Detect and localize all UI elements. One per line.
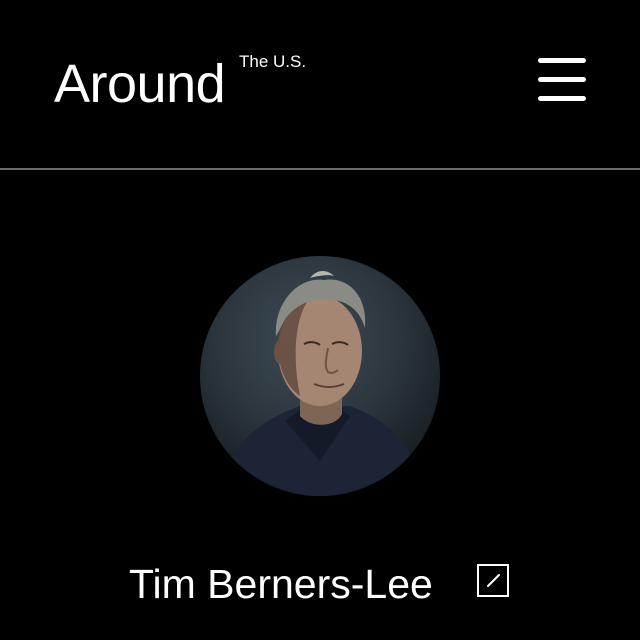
header-divider — [0, 168, 640, 170]
site-header: Around The U.S. — [0, 0, 640, 169]
brand-subtitle: The U.S. — [239, 52, 307, 71]
profile-name-row: Tim Berners-Lee — [0, 556, 640, 612]
pencil-icon — [487, 574, 500, 587]
hamburger-menu-icon[interactable] — [538, 58, 586, 102]
profile-avatar — [200, 256, 440, 496]
profile-name: Tim Berners-Lee — [129, 561, 433, 607]
edit-button[interactable] — [477, 564, 509, 597]
brand-name: Around — [54, 54, 226, 114]
profile-photo — [220, 271, 425, 496]
